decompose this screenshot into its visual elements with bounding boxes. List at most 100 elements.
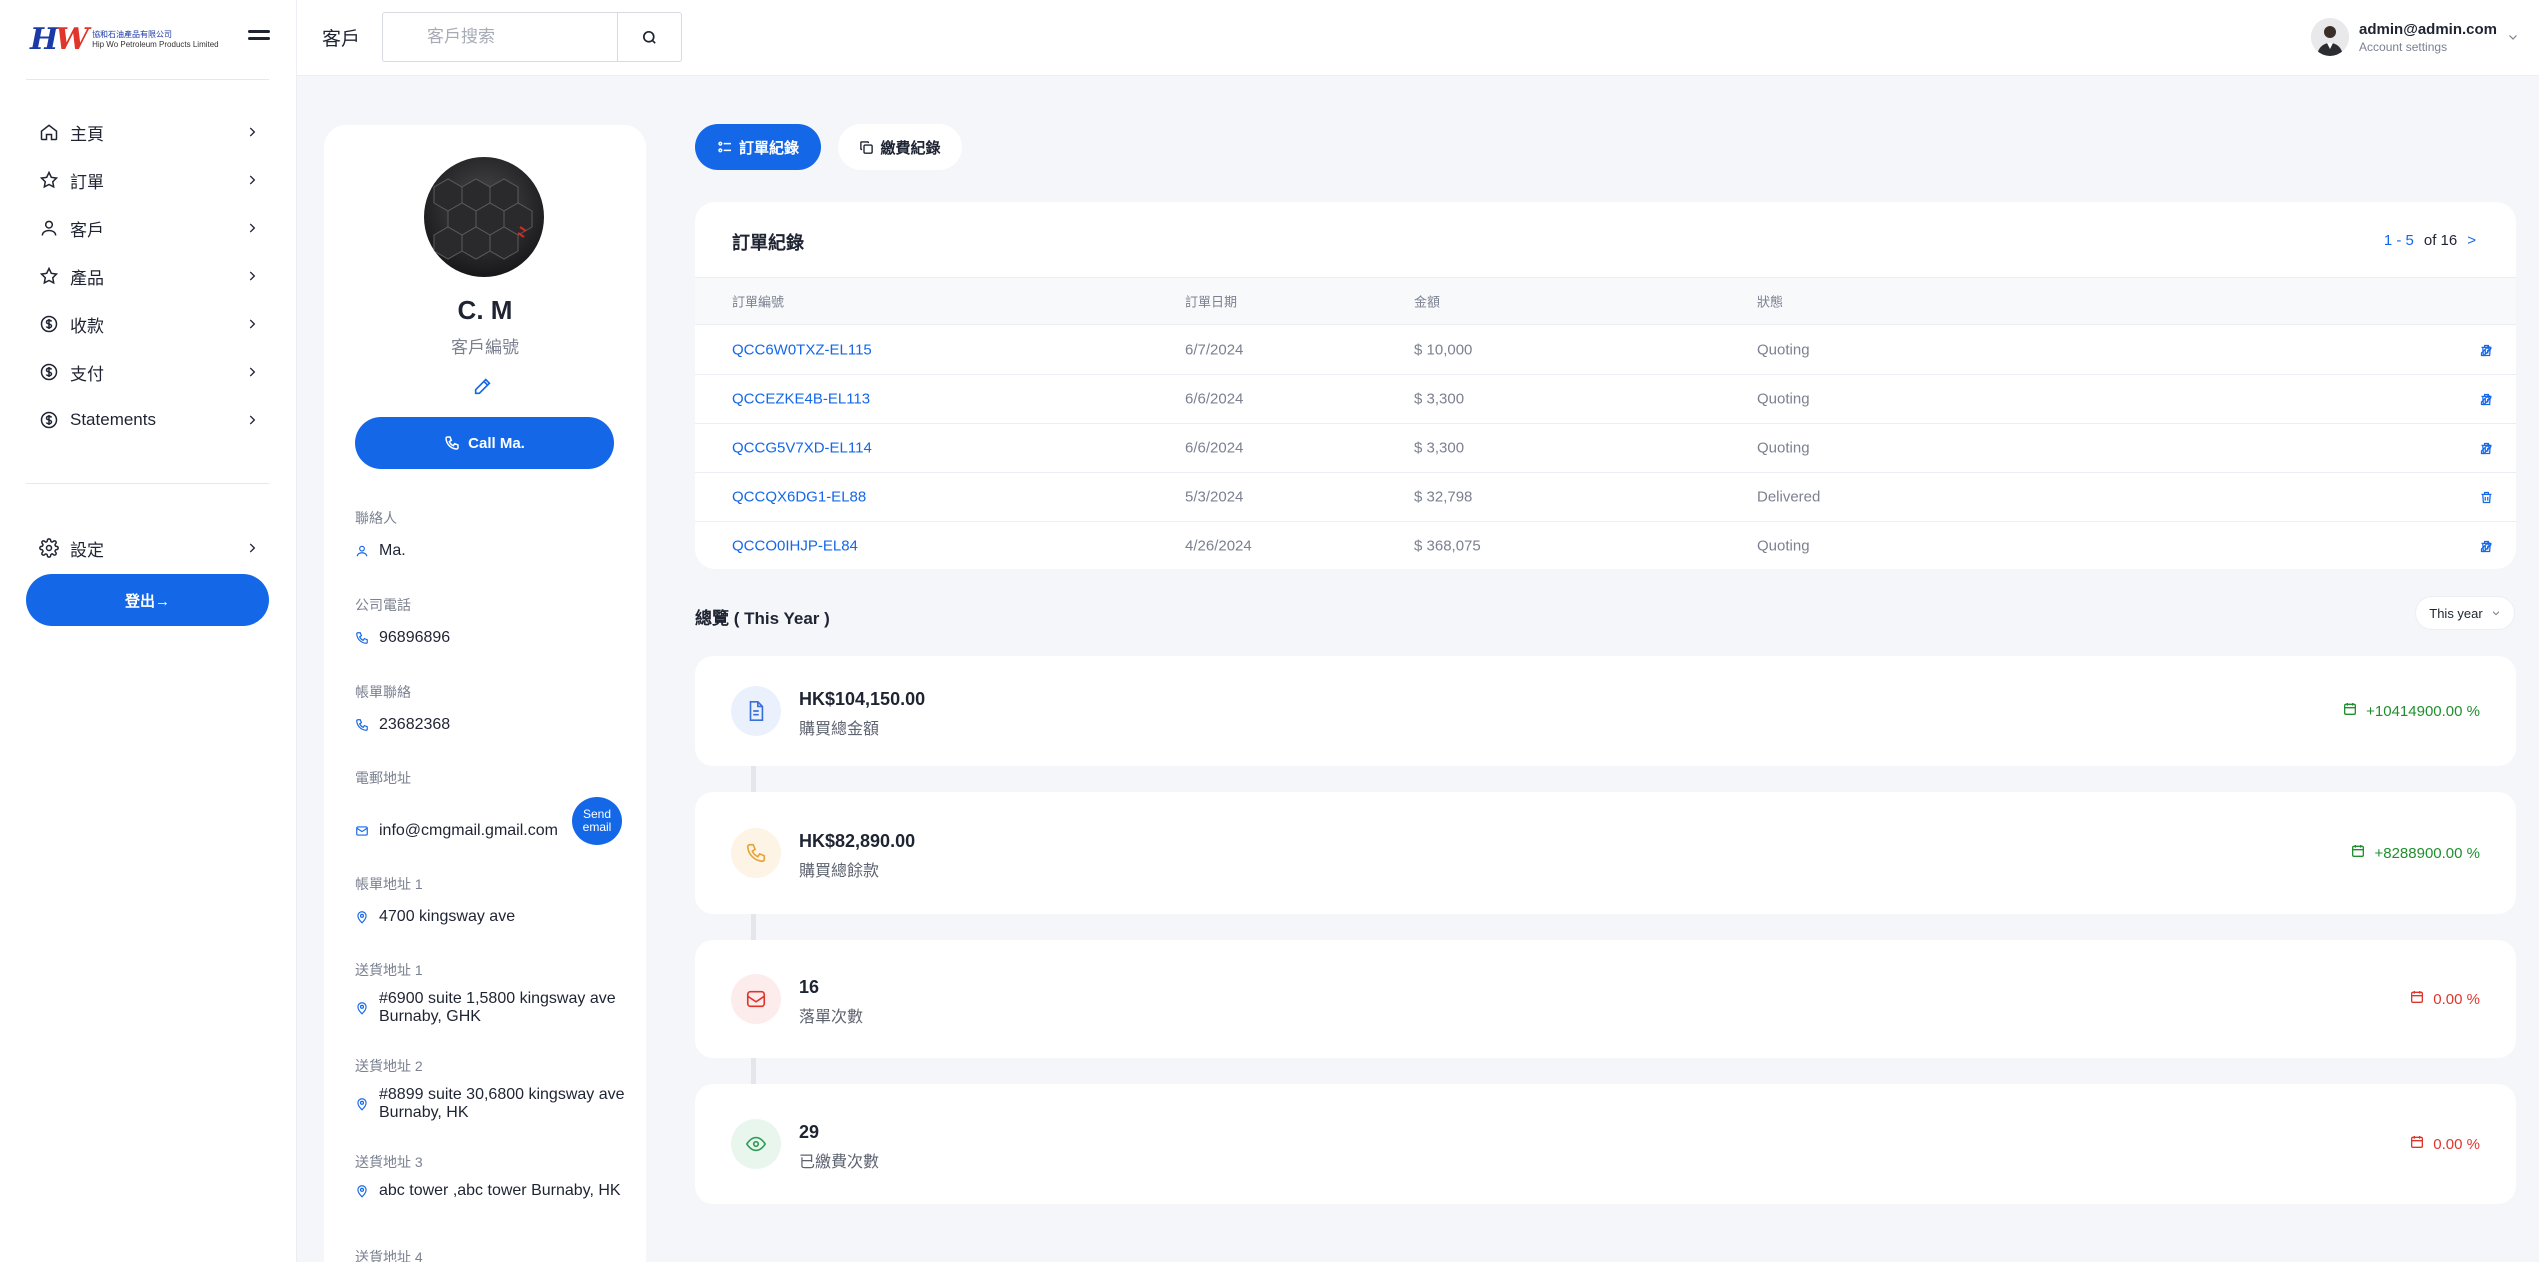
column-header: 狀態	[1757, 294, 1784, 310]
field-label: 電郵地址	[355, 770, 411, 786]
tab-label: 訂單紀錄	[738, 139, 799, 157]
pencil-icon	[474, 378, 491, 395]
delete-order-icon[interactable]	[2478, 391, 2494, 407]
field-value: 4700 kingsway ave	[379, 908, 516, 925]
gear-icon	[38, 537, 60, 559]
field-value[interactable]: 96896896	[379, 629, 450, 647]
field-label: 公司電話	[355, 597, 411, 613]
menu-toggle-icon[interactable]	[248, 30, 270, 44]
field-value: abc tower ,abc tower Burnaby, HK	[379, 1182, 621, 1199]
field-value[interactable]: info@cmgmail.gmail.com	[379, 822, 558, 840]
location-pin-icon	[355, 1000, 369, 1016]
sidebar-item-payments[interactable]: 支付	[26, 348, 269, 396]
stat-change-value: 0.00 %	[2433, 1135, 2480, 1153]
customer-profile-card: C. M 客戶編號 Call Ma. 聯絡人 Ma. 公司電話 96896896…	[324, 125, 646, 1262]
shipping-address-1-field: 送貨地址 1 #6900 suite 1,5800 kingsway ave B…	[355, 960, 625, 1026]
sidebar-item-customers[interactable]: 客戶	[26, 204, 269, 252]
top-header: 客戶 admin@admin.com Account settings	[297, 0, 2539, 76]
phone-icon	[731, 828, 781, 878]
eye-icon	[731, 1119, 781, 1169]
star-icon	[38, 265, 60, 287]
timeline-connector	[751, 766, 756, 792]
order-records-card: 訂單紀錄 1 - 5 of 16 > 訂單編號 訂單日期 金額 狀態 QCC6W…	[695, 202, 2516, 569]
pager-next-button[interactable]: >	[2467, 232, 2476, 249]
shipping-address-4-field: 送貨地址 4	[355, 1247, 625, 1262]
pager-range: 1 - 5	[2383, 232, 2414, 249]
order-id-link[interactable]: QCCO0IHJP-EL84	[732, 538, 858, 555]
phone-icon	[445, 436, 459, 450]
company-logo[interactable]: HW 協和石油產品有限公司 Hip Wo Petroleum Products …	[30, 22, 219, 57]
delete-order-icon[interactable]	[2478, 342, 2494, 358]
pagination: 1 - 5 of 16 >	[2384, 232, 2476, 249]
company-name-en: Hip Wo Petroleum Products Limited	[92, 39, 219, 49]
dollar-circle-icon	[38, 409, 60, 431]
sidebar-item-label: 訂單	[70, 172, 104, 192]
sidebar-item-orders[interactable]: 訂單	[26, 156, 269, 204]
sidebar-item-statements[interactable]: Statements	[26, 396, 269, 444]
account-menu[interactable]: admin@admin.com Account settings	[2311, 18, 2519, 56]
order-id-link[interactable]: QCCG5V7XD-EL114	[732, 440, 872, 457]
order-status: Quoting	[1757, 341, 1810, 359]
overview-stat-card: HK$104,150.00 購買總金額 +10414900.00 %	[695, 656, 2516, 766]
stat-label: 落單次數	[799, 1009, 864, 1026]
table-row: QCCG5V7XD-EL114 6/6/2024 $ 3,300 Quoting	[695, 424, 2516, 473]
table-header: 訂單編號 訂單日期 金額 狀態	[695, 277, 2516, 325]
chevron-right-icon	[249, 223, 256, 233]
sidebar: HW 協和石油產品有限公司 Hip Wo Petroleum Products …	[0, 0, 297, 1262]
tab-order-records[interactable]: 訂單紀錄	[695, 124, 821, 170]
calendar-icon	[2409, 1134, 2425, 1154]
account-settings-link[interactable]: Account settings	[2359, 40, 2497, 54]
sidebar-item-products[interactable]: 產品	[26, 252, 269, 300]
order-amount: $ 3,300	[1414, 439, 1465, 457]
search-input[interactable]	[382, 12, 617, 62]
sidebar-item-label: 產品	[70, 268, 104, 288]
order-id-link[interactable]: QCCQX6DG1-EL88	[732, 489, 866, 506]
sidebar-item-home[interactable]: 主頁	[26, 108, 269, 156]
order-date: 5/3/2024	[1185, 488, 1244, 506]
overview-stat-card: HK$82,890.00 購買總餘款 +8288900.00 %	[695, 792, 2516, 914]
tab-payment-records[interactable]: 繳費紀錄	[838, 124, 962, 170]
order-id-link[interactable]: QCC6W0TXZ-EL115	[732, 342, 872, 359]
stat-label: 已繳費次數	[799, 1154, 880, 1171]
field-label: 帳單地址 1	[355, 876, 423, 892]
sidebar-item-label: 客戶	[70, 220, 104, 240]
location-pin-icon	[355, 1183, 369, 1199]
list-icon	[718, 141, 731, 153]
call-button[interactable]: Call Ma.	[355, 417, 614, 469]
sidebar-item-settings[interactable]: 設定	[26, 524, 269, 572]
edit-profile-button[interactable]	[472, 375, 496, 399]
sidebar-item-receipts[interactable]: 收款	[26, 300, 269, 348]
inbox-icon	[731, 974, 781, 1024]
order-status: Quoting	[1757, 390, 1810, 408]
send-email-button[interactable]: Send email	[572, 797, 622, 845]
field-label: 聯絡人	[355, 510, 397, 526]
phone-icon	[355, 630, 369, 646]
stat-change: +8288900.00 %	[2350, 843, 2480, 863]
account-email: admin@admin.com	[2359, 20, 2497, 38]
stat-change: +10414900.00 %	[2342, 701, 2480, 721]
stat-value: 29	[799, 1122, 820, 1142]
order-date: 4/26/2024	[1185, 537, 1252, 555]
period-select[interactable]: This year	[2415, 596, 2515, 630]
sidebar-item-label: 收款	[70, 316, 104, 336]
delete-order-icon[interactable]	[2478, 440, 2494, 456]
order-amount: $ 3,300	[1414, 390, 1465, 408]
stat-change: 0.00 %	[2409, 1134, 2480, 1154]
user-icon	[38, 217, 60, 239]
divider	[26, 79, 269, 80]
column-header: 金額	[1414, 294, 1441, 310]
search-button[interactable]	[617, 12, 682, 62]
calendar-icon	[2409, 989, 2425, 1009]
order-id-link[interactable]: QCCEZKE4B-EL113	[732, 391, 870, 408]
order-amount: $ 10,000	[1414, 341, 1473, 359]
delete-order-icon[interactable]	[2478, 538, 2494, 554]
call-button-label: Call Ma.	[468, 434, 525, 452]
overview-stat-card: 16 落單次數 0.00 %	[695, 940, 2516, 1058]
stat-value: HK$104,150.00	[799, 689, 926, 709]
logo-mark: HW	[30, 22, 89, 57]
sidebar-item-label: 支付	[70, 364, 104, 384]
company-phone-field: 公司電話 96896896	[355, 595, 625, 647]
logout-button[interactable]: 登出→	[26, 574, 269, 626]
delete-order-icon[interactable]	[2478, 489, 2494, 505]
field-value[interactable]: 23682368	[379, 716, 450, 734]
